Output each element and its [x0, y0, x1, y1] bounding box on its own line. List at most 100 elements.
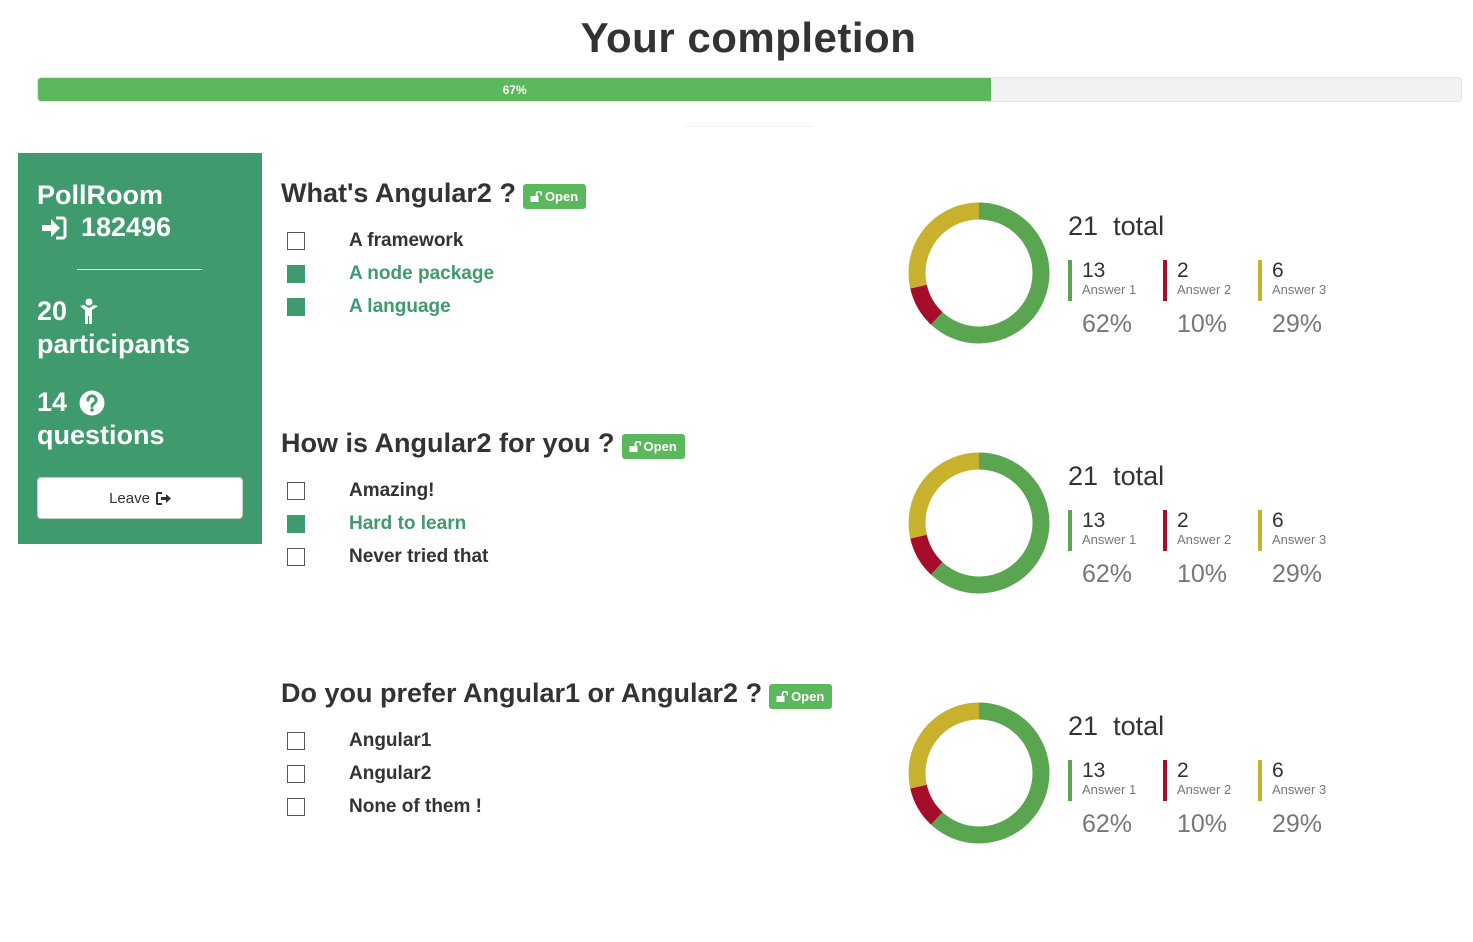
answer-name: Answer 3: [1272, 532, 1327, 547]
option-checkbox[interactable]: [287, 232, 305, 250]
option-label: A framework: [349, 230, 464, 251]
option-item[interactable]: None of them !: [287, 796, 482, 818]
total-label: total: [1113, 711, 1165, 741]
answer-name: Answer 1: [1082, 782, 1137, 797]
answer-count: 6: [1272, 759, 1284, 782]
option-item[interactable]: Hard to learn: [287, 513, 466, 535]
total-count: 21: [1068, 461, 1099, 491]
answer-stat: 13 Answer 1: [1068, 760, 1136, 801]
question-card: What's Angular2 ? Open A framework A nod…: [281, 178, 1461, 378]
question-text: How is Angular2 for you ?: [281, 428, 615, 458]
option-checkbox[interactable]: [287, 548, 305, 566]
answer-percent: 29%: [1272, 810, 1323, 838]
option-label: None of them !: [349, 796, 482, 817]
page-title: Your completion: [580, 14, 917, 61]
answer-stat: 13 Answer 1: [1068, 260, 1136, 301]
option-item[interactable]: Never tried that: [287, 546, 488, 568]
option-item[interactable]: A framework: [287, 230, 463, 252]
question-title: Do you prefer Angular1 or Angular2 ? Ope…: [281, 678, 833, 709]
answer-name: Answer 2: [1177, 532, 1232, 547]
participants-count: 20: [37, 296, 68, 326]
question-circle-icon: [79, 390, 105, 415]
completion-progress-bar: 67%: [37, 77, 1462, 102]
status-badge: Open: [769, 684, 833, 709]
answer-count: 6: [1272, 509, 1284, 532]
child-icon: [80, 298, 99, 324]
answer-count: 13: [1082, 759, 1106, 782]
total-votes: 21 total: [1068, 461, 1164, 492]
option-item[interactable]: A language: [287, 296, 451, 318]
sidebar-separator: [77, 269, 202, 270]
status-badge-label: Open: [643, 439, 677, 454]
total-count: 21: [1068, 211, 1099, 241]
answer-name: Answer 1: [1082, 532, 1137, 547]
questions-count: 14: [37, 387, 68, 417]
answer-percent: 10%: [1177, 560, 1228, 588]
answer-stat: 6 Answer 3: [1258, 760, 1326, 801]
answer-percent: 10%: [1177, 810, 1228, 838]
answer-count: 13: [1082, 259, 1106, 282]
option-label: Angular2: [349, 763, 432, 784]
option-label: Never tried that: [349, 546, 489, 567]
option-label: A node package: [349, 263, 495, 284]
questions-label: questions: [37, 420, 165, 450]
leave-button[interactable]: Leave: [37, 477, 243, 519]
answer-count: 13: [1082, 509, 1106, 532]
option-checkbox[interactable]: [287, 515, 305, 533]
sign-out-icon: [155, 491, 171, 505]
room-name: PollRoom: [37, 180, 163, 210]
option-label: Amazing!: [349, 480, 435, 501]
option-checkbox[interactable]: [287, 482, 305, 500]
answer-percent: 29%: [1272, 310, 1323, 338]
status-badge: Open: [621, 434, 685, 459]
answer-name: Answer 2: [1177, 782, 1232, 797]
answer-percent: 62%: [1082, 310, 1133, 338]
room-code: 182496: [81, 212, 172, 242]
questions-stat: 14: [37, 387, 105, 418]
question-title: How is Angular2 for you ? Open: [281, 428, 685, 459]
question-text: Do you prefer Angular1 or Angular2 ?: [281, 678, 763, 708]
total-votes: 21 total: [1068, 711, 1164, 742]
completion-progress-fill: 67%: [38, 78, 992, 101]
total-label: total: [1113, 461, 1165, 491]
leave-label: Leave: [109, 489, 150, 507]
donut-chart: [908, 702, 1050, 844]
unlock-icon: [776, 691, 789, 702]
status-badge-label: Open: [544, 189, 579, 204]
answer-count: 2: [1177, 759, 1189, 782]
status-badge-label: Open: [791, 689, 825, 704]
answer-stat: 13 Answer 1: [1068, 510, 1136, 551]
question-card: How is Angular2 for you ? Open Amazing! …: [281, 428, 1461, 628]
option-item[interactable]: Amazing!: [287, 480, 435, 502]
participants-stat: 20: [37, 296, 99, 327]
answer-percent: 29%: [1272, 560, 1323, 588]
answer-percent: 62%: [1082, 810, 1133, 838]
total-votes: 21 total: [1068, 211, 1164, 242]
participants-label: participants: [37, 329, 191, 359]
donut-chart: [908, 452, 1050, 594]
option-checkbox[interactable]: [287, 265, 305, 283]
answer-count: 2: [1177, 259, 1189, 282]
option-label: Angular1: [349, 730, 432, 751]
divider: [686, 126, 812, 127]
answer-count: 6: [1272, 259, 1284, 282]
donut-chart: [908, 202, 1050, 344]
answer-name: Answer 1: [1082, 282, 1137, 297]
answer-stat: 2 Answer 2: [1163, 510, 1231, 551]
total-label: total: [1113, 211, 1165, 241]
option-item[interactable]: Angular2: [287, 763, 431, 785]
unlock-icon: [629, 441, 641, 452]
option-checkbox[interactable]: [287, 798, 305, 816]
question-text: What's Angular2 ?: [281, 178, 516, 208]
answer-count: 2: [1177, 509, 1189, 532]
option-item[interactable]: A node package: [287, 263, 494, 285]
option-checkbox[interactable]: [287, 298, 305, 316]
option-checkbox[interactable]: [287, 732, 305, 750]
unlock-icon: [530, 191, 542, 202]
answer-name: Answer 3: [1272, 782, 1327, 797]
answer-percent: 62%: [1082, 560, 1133, 588]
sign-in-icon: [42, 216, 67, 239]
option-item[interactable]: Angular1: [287, 730, 431, 752]
option-checkbox[interactable]: [287, 765, 305, 783]
total-count: 21: [1068, 711, 1099, 741]
